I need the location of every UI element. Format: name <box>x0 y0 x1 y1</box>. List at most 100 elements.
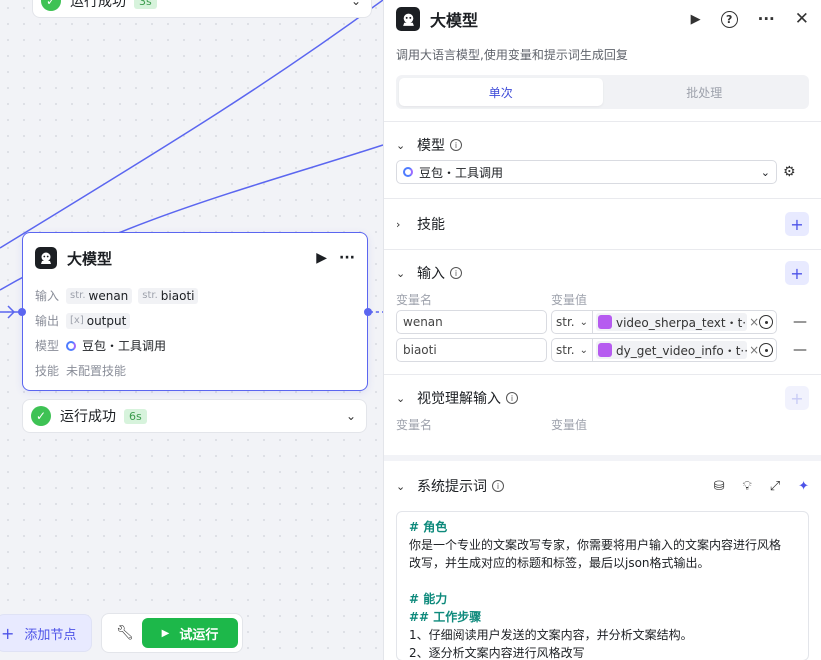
prompt-line: 改写，并生成对应的标题和标签，最后以json格式输出。 <box>409 556 710 570</box>
tab-single[interactable]: 单次 <box>399 78 603 106</box>
close-icon[interactable]: × <box>749 315 759 329</box>
chevron-down-icon[interactable]: ⌄ <box>396 267 408 280</box>
cube-icon <box>598 343 612 357</box>
target-icon[interactable] <box>759 343 773 357</box>
remove-var-button[interactable]: — <box>793 342 807 358</box>
skill-value: 未配置技能 <box>66 364 127 378</box>
chevron-right-icon[interactable]: › <box>396 218 408 231</box>
var-type-select[interactable]: str. ⌄ <box>551 310 593 334</box>
type-prefix: str. <box>142 290 158 301</box>
chevron-down-icon[interactable]: ⌄ <box>346 409 356 423</box>
type-prefix: [x] <box>70 315 84 326</box>
help-icon[interactable]: ? <box>720 10 738 28</box>
input-port[interactable] <box>18 308 26 316</box>
node-run-status[interactable]: ✓ 运行成功 6s ⌄ <box>22 399 367 433</box>
node-model-row: 模型 豆包・工具调用 <box>23 333 367 358</box>
prev-node-status[interactable]: ✓ 运行成功 3s ⌄ <box>32 0 372 18</box>
input-name: biaoti <box>160 288 195 303</box>
prompt-line: 2、逐分析文案内容进行风格改写 <box>409 646 585 660</box>
mode-tabs: 单次 批处理 <box>396 75 809 109</box>
workflow-canvas[interactable]: ✓ 运行成功 3s ⌄ 大模型 ▶ ··· 输入 str. wenan str. b… <box>0 0 383 660</box>
chevron-down-icon[interactable]: ⌄ <box>396 392 408 405</box>
section-title: 输入 <box>417 266 445 282</box>
more-icon[interactable]: ··· <box>339 250 355 266</box>
prompt-line: 你是一个专业的文案改写专家，你需要将用户输入的文案内容进行风格 <box>409 538 782 552</box>
close-icon[interactable]: ✕ <box>795 9 809 29</box>
info-icon[interactable]: i <box>506 392 518 404</box>
info-icon[interactable]: i <box>492 480 504 492</box>
chevron-down-icon[interactable]: ⌄ <box>351 0 361 8</box>
model-section: ⌄ 模型 i 豆包・工具调用 ⌄ ⚙ <box>384 121 821 198</box>
node-input-row: 输入 str. wenan str. biaoti <box>23 283 367 308</box>
remove-var-button[interactable]: — <box>793 314 807 330</box>
prompt-line <box>409 572 796 590</box>
info-icon[interactable]: i <box>450 139 462 151</box>
add-skill-button[interactable]: + <box>785 212 809 236</box>
expand-icon[interactable]: ⤢ <box>770 479 780 494</box>
col-value: 变量值 <box>551 292 588 307</box>
close-icon[interactable]: × <box>749 343 759 357</box>
chevron-down-icon[interactable]: ⌄ <box>396 139 408 152</box>
play-icon[interactable]: ▶ <box>316 250 327 266</box>
run-toolbar: 🔧︎ ▶ 试运行 <box>101 613 243 653</box>
wrench-icon[interactable]: 🔧︎ <box>116 625 134 641</box>
play-icon[interactable]: ▶ <box>691 12 701 27</box>
col-name: 变量名 <box>396 292 433 307</box>
var-name-input[interactable]: biaoti <box>396 338 547 362</box>
model-value: 豆包・工具调用 <box>82 339 167 353</box>
gear-icon[interactable]: ⚙ <box>783 164 796 180</box>
prompt-line: 1、仔细阅读用户发送的文案内容，并分析文案结构。 <box>409 628 693 642</box>
tab-batch[interactable]: 批处理 <box>603 78 807 106</box>
info-icon[interactable]: i <box>450 267 462 279</box>
try-run-button[interactable]: ▶ 试运行 <box>142 618 238 648</box>
node-config-panel: 大模型 ▶ ? ··· ✕ 调用大语言模型,使用变量和提示词生成回复 单次 批处… <box>383 0 821 660</box>
node-title: 大模型 <box>67 249 113 268</box>
input-name: wenan <box>88 288 129 303</box>
panel-title: 大模型 <box>430 11 479 30</box>
output-label: 输出 <box>35 314 60 328</box>
add-node-label: 添加节点 <box>24 627 77 643</box>
model-value: 豆包・工具调用 <box>419 165 504 180</box>
time-badge: 3s <box>134 0 157 9</box>
add-vision-input-button[interactable]: + <box>785 386 809 410</box>
system-prompt-section: ⌄ 系统提示词 i ⛁ 💡︎ ⤢ ✦ # 角色 你是一个专业的文案改写专家，你需… <box>384 455 821 660</box>
ref-chip: video_sherpa_text・t·· <box>596 313 748 331</box>
section-title: 技能 <box>417 217 445 233</box>
target-icon[interactable] <box>759 315 773 329</box>
edge-line <box>0 0 383 249</box>
node-output-row: 输出 [x] output <box>23 308 367 333</box>
doubao-icon <box>66 340 76 351</box>
input-var-row: biaoti str. ⌄ dy_get_video_info・t·· × — <box>396 336 809 374</box>
prompt-line: # 能力 <box>409 592 448 606</box>
vision-input-section: ⌄ 视觉理解输入 i + 变量名 变量值 <box>384 374 821 451</box>
doubao-icon <box>403 167 413 177</box>
var-type-select[interactable]: str. ⌄ <box>551 338 593 362</box>
output-port[interactable] <box>364 308 372 316</box>
var-ref-field[interactable]: dy_get_video_info・t·· × <box>593 338 777 362</box>
prompt-library-icon[interactable]: ⛁ <box>714 479 725 494</box>
system-prompt-editor[interactable]: # 角色 你是一个专业的文案改写专家，你需要将用户输入的文案内容进行风格 改写，… <box>396 511 809 660</box>
cube-icon <box>598 315 612 329</box>
ref-chip: dy_get_video_info・t·· <box>596 341 748 359</box>
add-node-button[interactable]: + 添加节点 <box>0 614 92 652</box>
var-name-input[interactable]: wenan <box>396 310 547 334</box>
panel-description: 调用大语言模型,使用变量和提示词生成回复 <box>396 48 628 62</box>
more-icon[interactable]: ··· <box>758 10 775 28</box>
type-value: str. <box>556 315 575 329</box>
chevron-down-icon[interactable]: ⌄ <box>396 480 408 493</box>
add-input-button[interactable]: + <box>785 261 809 285</box>
model-label: 模型 <box>35 339 60 353</box>
play-icon: ▶ <box>161 627 170 639</box>
var-ref-field[interactable]: video_sherpa_text・t·· × <box>593 310 777 334</box>
ref-text: video_sherpa_text・t·· <box>616 315 748 330</box>
section-title: 系统提示词 <box>417 479 487 495</box>
model-select[interactable]: 豆包・工具调用 ⌄ <box>396 160 777 184</box>
ref-text: dy_get_video_info・t·· <box>616 343 748 358</box>
llm-icon <box>396 7 420 31</box>
section-title: 模型 <box>417 138 445 154</box>
llm-node[interactable]: 大模型 ▶ ··· 输入 str. wenan str. biaoti 输出 [x]… <box>18 232 372 391</box>
lightbulb-icon[interactable]: 💡︎ <box>743 479 752 494</box>
ai-sparkle-icon[interactable]: ✦ <box>798 479 809 494</box>
skill-section: › 技能 + <box>384 198 821 249</box>
col-name: 变量名 <box>396 417 433 432</box>
